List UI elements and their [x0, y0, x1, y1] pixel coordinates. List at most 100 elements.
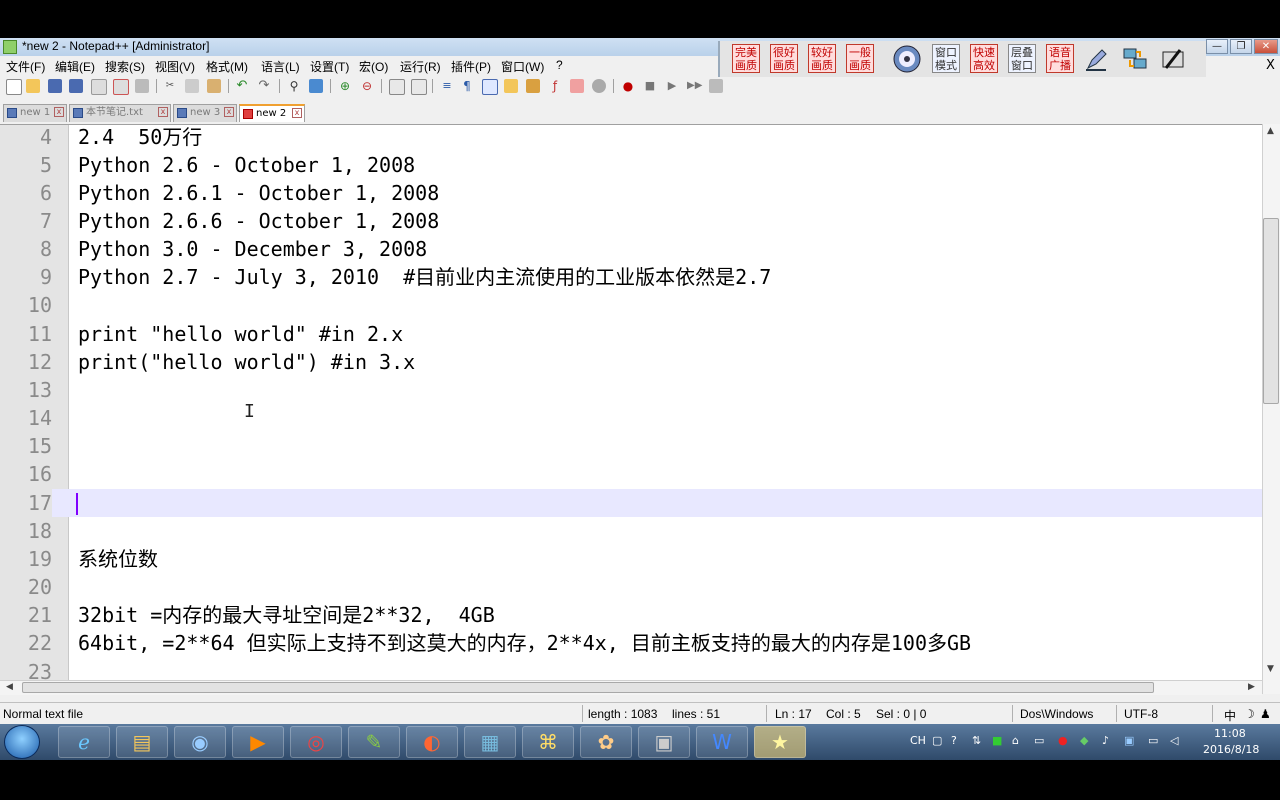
text-editor[interactable]: 4 2.4 50万行 5 Python 2.6 - October 1, 2008 … — [0, 124, 1262, 681]
tab-close-icon[interactable]: x — [54, 107, 64, 117]
pen-tablet-icon[interactable] — [1158, 44, 1188, 74]
horizontal-scroll-thumb[interactable] — [22, 682, 1154, 693]
network-icon[interactable] — [1120, 44, 1150, 74]
menu-help[interactable]: ? — [556, 58, 563, 72]
tab-close-icon[interactable]: x — [158, 107, 168, 117]
function-list-icon[interactable]: ƒ — [548, 79, 562, 93]
terminal-icon[interactable]: ▣ — [638, 726, 690, 758]
tab-close-icon[interactable]: x — [224, 107, 234, 117]
menu-language[interactable]: 语言(L) — [261, 58, 300, 75]
editor-line[interactable]: 4 2.4 50万行 — [0, 125, 1262, 151]
ime-user-icon[interactable]: ♟ — [1260, 707, 1271, 721]
run-macro-multiple-icon[interactable]: ▶▶ — [687, 79, 702, 93]
remote-desktop-icon[interactable]: ▦ — [464, 726, 516, 758]
security-tray-icon[interactable]: ◆ — [1080, 734, 1088, 747]
help-tray-icon[interactable]: ? — [951, 734, 957, 747]
menu-plugins[interactable]: 插件(P) — [451, 58, 491, 75]
ime-indicator[interactable]: 中 — [1224, 707, 1236, 724]
usb-tray-icon[interactable]: ⌂ — [1012, 734, 1019, 747]
editor-line[interactable]: 7 Python 2.6.6 - October 1, 2008 — [0, 207, 1262, 235]
perfect-quality-button[interactable]: 完美画质 — [732, 44, 760, 73]
fast-efficient-button[interactable]: 快速高效 — [970, 44, 998, 73]
editor-line[interactable]: 9 Python 2.7 - July 3, 2010 #目前业内主流使用的工业版… — [0, 263, 1262, 291]
green-square-tray-icon[interactable]: ■ — [992, 734, 1002, 747]
minimize-button[interactable]: — — [1206, 39, 1228, 54]
media-player-icon[interactable]: ▶ — [232, 726, 284, 758]
menu-run[interactable]: 运行(R) — [400, 58, 441, 75]
menu-view[interactable]: 视图(V) — [155, 58, 195, 75]
zoom-out-icon[interactable]: ⊖ — [360, 79, 374, 93]
find-icon[interactable]: ⚲ — [287, 79, 301, 93]
ie-browser-icon[interactable]: ℯ — [58, 726, 110, 758]
encoding-label[interactable]: UTF-8 — [1124, 707, 1158, 721]
disc-icon[interactable] — [892, 44, 922, 74]
scroll-left-icon[interactable]: ◀ — [6, 682, 13, 692]
display-tray-icon[interactable]: ▣ — [1124, 734, 1134, 747]
print-icon[interactable] — [135, 79, 149, 93]
menu-search[interactable]: 搜索(S) — [105, 58, 145, 75]
menu-file[interactable]: 文件(F) — [6, 58, 45, 75]
word-wrap-icon[interactable]: ≡ — [440, 79, 454, 93]
fair-quality-button[interactable]: 较好画质 — [808, 44, 836, 73]
editor-line[interactable]: 16 — [0, 460, 1262, 488]
speaker-tray-icon[interactable]: ◁ — [1170, 734, 1178, 747]
star-app-icon[interactable]: ★ — [754, 726, 806, 758]
tab-new-1[interactable]: new 1 x — [3, 104, 67, 122]
maximize-button[interactable]: ❐ — [1230, 39, 1252, 54]
record-tray-icon[interactable]: ● — [1058, 734, 1068, 747]
show-all-chars-icon[interactable]: ¶ — [460, 79, 474, 93]
menu-settings[interactable]: 设置(T) — [310, 58, 349, 75]
battery-tray-icon[interactable]: ▭ — [1148, 734, 1158, 747]
volume-tray-icon[interactable]: ♪ — [1102, 734, 1109, 747]
window-mode-button[interactable]: 窗口模式 — [932, 44, 960, 73]
file-explorer-icon[interactable]: ▤ — [116, 726, 168, 758]
folder-workspace-icon[interactable] — [570, 79, 584, 93]
chrome-icon[interactable]: ◎ — [290, 726, 342, 758]
normal-quality-button[interactable]: 一般画质 — [846, 44, 874, 73]
editor-line[interactable]: 12 print("hello world") #in 3.x — [0, 348, 1262, 376]
save-icon[interactable] — [48, 79, 62, 93]
cut-icon[interactable]: ✂ — [163, 79, 177, 93]
editor-line[interactable]: 22 64bit, =2**64 但实际上支持不到这莫大的内存，2**4x, 目前… — [0, 629, 1262, 657]
language-indicator[interactable]: CH — [910, 734, 926, 747]
sync-horizontal-icon[interactable] — [411, 79, 427, 95]
current-line[interactable]: 17 — [0, 489, 1262, 517]
presentation-icon[interactable]: ◐ — [406, 726, 458, 758]
replace-icon[interactable] — [309, 79, 323, 93]
menu-window[interactable]: 窗口(W) — [501, 58, 544, 75]
tab-new-2[interactable]: new 2 x — [239, 104, 305, 122]
clock-time[interactable]: 11:08 — [1214, 727, 1246, 740]
editor-line[interactable]: 10 — [0, 291, 1262, 319]
network-tray-icon[interactable]: ⇅ — [972, 734, 981, 747]
user-language-icon[interactable] — [504, 79, 518, 93]
editor-line[interactable]: 14 — [0, 404, 1262, 432]
stop-macro-icon[interactable]: ■ — [643, 79, 657, 93]
ime-tray-icon[interactable]: ▢ — [932, 734, 942, 747]
undo-icon[interactable]: ↶ — [235, 79, 249, 93]
editor-line[interactable]: 6 Python 2.6.1 - October 1, 2008 — [0, 179, 1262, 207]
editor-line[interactable]: 23 — [0, 658, 1262, 681]
new-file-icon[interactable] — [6, 79, 22, 95]
menu-edit[interactable]: 编辑(E) — [55, 58, 95, 75]
play-macro-icon[interactable]: ▶ — [665, 79, 679, 93]
clock-date[interactable]: 2016/8/18 — [1203, 743, 1259, 756]
start-button[interactable] — [4, 725, 40, 759]
tab-new-3[interactable]: new 3 x — [173, 104, 237, 122]
tab-close-icon[interactable]: x — [292, 108, 302, 118]
editor-line[interactable]: 21 32bit =内存的最大寻址空间是2**32, 4GB — [0, 601, 1262, 629]
record-macro-icon[interactable]: ● — [621, 79, 635, 93]
editor-line[interactable]: 18 — [0, 517, 1262, 545]
sync-vertical-icon[interactable] — [389, 79, 405, 95]
close-all-icon[interactable] — [113, 79, 129, 95]
editor-line[interactable]: 5 Python 2.6 - October 1, 2008 — [0, 151, 1262, 179]
copy-icon[interactable] — [185, 79, 199, 93]
close-button[interactable]: ✕ — [1254, 39, 1278, 54]
voice-broadcast-button[interactable]: 语音广播 — [1046, 44, 1074, 73]
cascade-window-button[interactable]: 层叠窗口 — [1008, 44, 1036, 73]
redo-icon[interactable]: ↷ — [257, 79, 271, 93]
save-macro-icon[interactable] — [709, 79, 723, 93]
python-icon[interactable]: ⌘ — [522, 726, 574, 758]
indent-guide-icon[interactable] — [482, 79, 498, 95]
word-icon[interactable]: W — [696, 726, 748, 758]
ime-moon-icon[interactable]: ☽ — [1244, 707, 1255, 721]
